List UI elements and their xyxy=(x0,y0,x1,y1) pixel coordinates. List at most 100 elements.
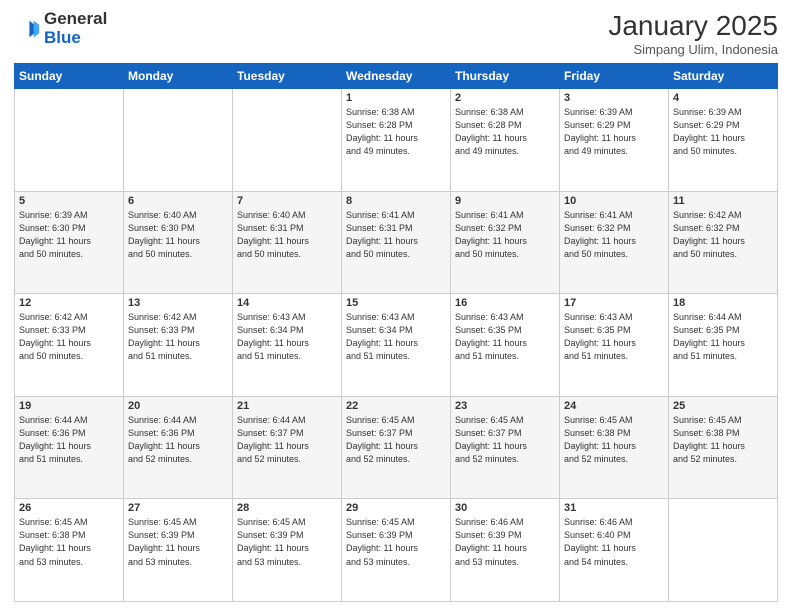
day-number: 27 xyxy=(128,502,228,514)
day-cell: 18 Sunrise: 6:44 AM Sunset: 6:35 PM Dayli… xyxy=(669,294,778,397)
day-info: Sunrise: 6:45 AM Sunset: 6:39 PM Dayligh… xyxy=(128,516,228,568)
day-info: Sunrise: 6:39 AM Sunset: 6:29 PM Dayligh… xyxy=(673,106,773,158)
day-header-wednesday: Wednesday xyxy=(342,64,451,89)
day-number: 9 xyxy=(455,195,555,207)
day-cell xyxy=(124,89,233,192)
day-number: 18 xyxy=(673,297,773,309)
day-info: Sunrise: 6:42 AM Sunset: 6:33 PM Dayligh… xyxy=(19,311,119,363)
week-row-5: 26Sunrise: 6:45 AM Sunset: 6:38 PM Dayli… xyxy=(15,499,778,602)
day-cell: 24Sunrise: 6:45 AM Sunset: 6:38 PM Dayli… xyxy=(560,396,669,499)
day-info: Sunrise: 6:42 AM Sunset: 6:33 PM Dayligh… xyxy=(128,311,228,363)
day-number: 25 xyxy=(673,400,773,412)
day-info: Sunrise: 6:38 AM Sunset: 6:28 PM Dayligh… xyxy=(455,106,555,158)
day-cell: 4 Sunrise: 6:39 AM Sunset: 6:29 PM Daylig… xyxy=(669,89,778,192)
day-info: Sunrise: 6:43 AM Sunset: 6:34 PM Dayligh… xyxy=(346,311,446,363)
day-info: Sunrise: 6:45 AM Sunset: 6:38 PM Dayligh… xyxy=(673,414,773,466)
day-info: Sunrise: 6:39 AM Sunset: 6:30 PM Dayligh… xyxy=(19,209,119,261)
day-cell: 11Sunrise: 6:42 AM Sunset: 6:32 PM Dayli… xyxy=(669,191,778,294)
day-header-monday: Monday xyxy=(124,64,233,89)
day-number: 4 xyxy=(673,92,773,104)
day-info: Sunrise: 6:45 AM Sunset: 6:37 PM Dayligh… xyxy=(455,414,555,466)
day-cell: 21 Sunrise: 6:44 AM Sunset: 6:37 PM Dayli… xyxy=(233,396,342,499)
day-cell: 22Sunrise: 6:45 AM Sunset: 6:37 PM Dayli… xyxy=(342,396,451,499)
day-cell: 17 Sunrise: 6:43 AM Sunset: 6:35 PM Dayli… xyxy=(560,294,669,397)
day-info: Sunrise: 6:44 AM Sunset: 6:37 PM Dayligh… xyxy=(237,414,337,466)
week-row-4: 19Sunrise: 6:44 AM Sunset: 6:36 PM Dayli… xyxy=(15,396,778,499)
logo-blue: Blue xyxy=(44,29,107,48)
day-info: Sunrise: 6:43 AM Sunset: 6:35 PM Dayligh… xyxy=(564,311,664,363)
day-number: 11 xyxy=(673,195,773,207)
day-cell: 23 Sunrise: 6:45 AM Sunset: 6:37 PM Dayli… xyxy=(451,396,560,499)
day-number: 1 xyxy=(346,92,446,104)
day-number: 17 xyxy=(564,297,664,309)
day-cell: 27 Sunrise: 6:45 AM Sunset: 6:39 PM Dayli… xyxy=(124,499,233,602)
day-number: 31 xyxy=(564,502,664,514)
day-number: 28 xyxy=(237,502,337,514)
logo-text: General Blue xyxy=(44,10,107,47)
day-cell xyxy=(669,499,778,602)
day-info: Sunrise: 6:40 AM Sunset: 6:30 PM Dayligh… xyxy=(128,209,228,261)
day-number: 16 xyxy=(455,297,555,309)
day-cell xyxy=(15,89,124,192)
day-cell: 29Sunrise: 6:45 AM Sunset: 6:39 PM Dayli… xyxy=(342,499,451,602)
day-cell: 10 Sunrise: 6:41 AM Sunset: 6:32 PM Dayli… xyxy=(560,191,669,294)
subtitle: Simpang Ulim, Indonesia xyxy=(608,42,778,57)
day-cell: 25 Sunrise: 6:45 AM Sunset: 6:38 PM Dayli… xyxy=(669,396,778,499)
day-header-friday: Friday xyxy=(560,64,669,89)
day-cell: 2 Sunrise: 6:38 AM Sunset: 6:28 PM Daylig… xyxy=(451,89,560,192)
day-number: 30 xyxy=(455,502,555,514)
day-number: 5 xyxy=(19,195,119,207)
calendar: SundayMondayTuesdayWednesdayThursdayFrid… xyxy=(14,63,778,602)
day-number: 23 xyxy=(455,400,555,412)
day-cell: 20Sunrise: 6:44 AM Sunset: 6:36 PM Dayli… xyxy=(124,396,233,499)
day-cell: 19Sunrise: 6:44 AM Sunset: 6:36 PM Dayli… xyxy=(15,396,124,499)
day-cell: 31 Sunrise: 6:46 AM Sunset: 6:40 PM Dayli… xyxy=(560,499,669,602)
day-info: Sunrise: 6:45 AM Sunset: 6:38 PM Dayligh… xyxy=(564,414,664,466)
day-info: Sunrise: 6:46 AM Sunset: 6:40 PM Dayligh… xyxy=(564,516,664,568)
day-header-saturday: Saturday xyxy=(669,64,778,89)
day-header-tuesday: Tuesday xyxy=(233,64,342,89)
logo: General Blue xyxy=(14,10,107,47)
day-info: Sunrise: 6:46 AM Sunset: 6:39 PM Dayligh… xyxy=(455,516,555,568)
month-title: January 2025 xyxy=(608,10,778,42)
week-row-1: 1 Sunrise: 6:38 AM Sunset: 6:28 PM Daylig… xyxy=(15,89,778,192)
day-info: Sunrise: 6:41 AM Sunset: 6:32 PM Dayligh… xyxy=(455,209,555,261)
day-number: 14 xyxy=(237,297,337,309)
day-info: Sunrise: 6:44 AM Sunset: 6:36 PM Dayligh… xyxy=(19,414,119,466)
header: General Blue January 2025 Simpang Ulim, … xyxy=(14,10,778,57)
day-cell: 14Sunrise: 6:43 AM Sunset: 6:34 PM Dayli… xyxy=(233,294,342,397)
day-cell: 30 Sunrise: 6:46 AM Sunset: 6:39 PM Dayli… xyxy=(451,499,560,602)
day-info: Sunrise: 6:41 AM Sunset: 6:31 PM Dayligh… xyxy=(346,209,446,261)
day-number: 7 xyxy=(237,195,337,207)
day-number: 2 xyxy=(455,92,555,104)
day-cell: 7 Sunrise: 6:40 AM Sunset: 6:31 PM Daylig… xyxy=(233,191,342,294)
day-info: Sunrise: 6:43 AM Sunset: 6:35 PM Dayligh… xyxy=(455,311,555,363)
day-number: 6 xyxy=(128,195,228,207)
day-cell: 12 Sunrise: 6:42 AM Sunset: 6:33 PM Dayli… xyxy=(15,294,124,397)
day-number: 21 xyxy=(237,400,337,412)
day-info: Sunrise: 6:39 AM Sunset: 6:29 PM Dayligh… xyxy=(564,106,664,158)
day-cell: 5 Sunrise: 6:39 AM Sunset: 6:30 PM Daylig… xyxy=(15,191,124,294)
day-header-thursday: Thursday xyxy=(451,64,560,89)
day-info: Sunrise: 6:44 AM Sunset: 6:35 PM Dayligh… xyxy=(673,311,773,363)
day-info: Sunrise: 6:45 AM Sunset: 6:39 PM Dayligh… xyxy=(237,516,337,568)
day-info: Sunrise: 6:45 AM Sunset: 6:38 PM Dayligh… xyxy=(19,516,119,568)
day-cell: 28 Sunrise: 6:45 AM Sunset: 6:39 PM Dayli… xyxy=(233,499,342,602)
day-cell: 8Sunrise: 6:41 AM Sunset: 6:31 PM Daylig… xyxy=(342,191,451,294)
day-number: 10 xyxy=(564,195,664,207)
logo-general: General xyxy=(44,10,107,29)
day-cell: 16 Sunrise: 6:43 AM Sunset: 6:35 PM Dayli… xyxy=(451,294,560,397)
title-block: January 2025 Simpang Ulim, Indonesia xyxy=(608,10,778,57)
day-cell: 3Sunrise: 6:39 AM Sunset: 6:29 PM Daylig… xyxy=(560,89,669,192)
day-cell: 13Sunrise: 6:42 AM Sunset: 6:33 PM Dayli… xyxy=(124,294,233,397)
day-cell: 26Sunrise: 6:45 AM Sunset: 6:38 PM Dayli… xyxy=(15,499,124,602)
day-number: 20 xyxy=(128,400,228,412)
day-cell: 6 Sunrise: 6:40 AM Sunset: 6:30 PM Daylig… xyxy=(124,191,233,294)
day-info: Sunrise: 6:45 AM Sunset: 6:39 PM Dayligh… xyxy=(346,516,446,568)
day-info: Sunrise: 6:40 AM Sunset: 6:31 PM Dayligh… xyxy=(237,209,337,261)
week-row-2: 5 Sunrise: 6:39 AM Sunset: 6:30 PM Daylig… xyxy=(15,191,778,294)
day-info: Sunrise: 6:45 AM Sunset: 6:37 PM Dayligh… xyxy=(346,414,446,466)
day-number: 12 xyxy=(19,297,119,309)
days-header-row: SundayMondayTuesdayWednesdayThursdayFrid… xyxy=(15,64,778,89)
day-info: Sunrise: 6:41 AM Sunset: 6:32 PM Dayligh… xyxy=(564,209,664,261)
